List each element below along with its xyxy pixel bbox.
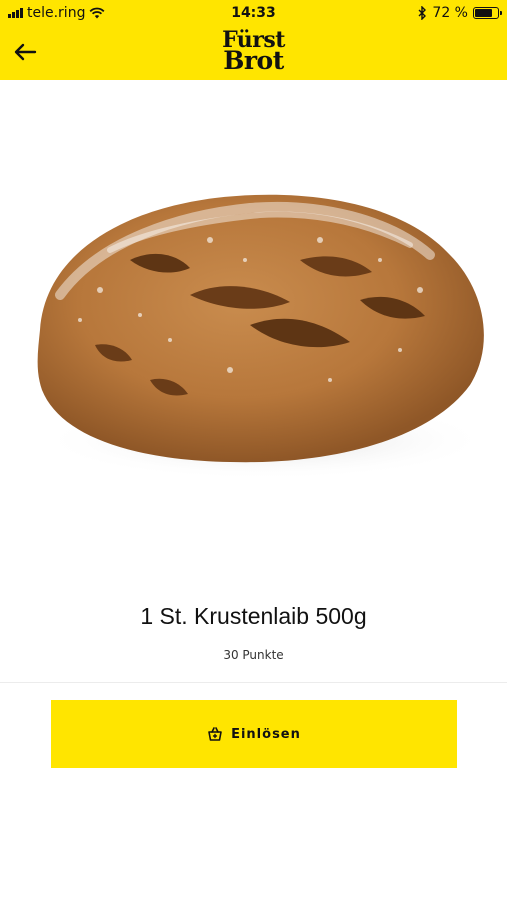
app-header: tele.ring 14:33 72 % Fürst Brot <box>0 0 507 80</box>
divider <box>0 682 507 683</box>
status-bar: tele.ring 14:33 72 % <box>0 0 507 28</box>
redeem-button[interactable]: Einlösen <box>51 700 457 768</box>
redeem-label: Einlösen <box>231 726 301 742</box>
basket-icon <box>208 727 222 741</box>
logo-line-2: Brot <box>223 46 284 75</box>
bread-loaf-image <box>37 194 490 480</box>
bluetooth-icon <box>418 6 427 20</box>
battery-percent: 72 % <box>432 5 468 21</box>
battery-icon <box>473 7 502 19</box>
product-image <box>0 80 507 600</box>
product-title: 1 St. Krustenlaib 500g <box>140 603 367 629</box>
brand-logo: Fürst Brot <box>0 29 507 75</box>
status-right: 72 % <box>418 5 502 21</box>
product-points: 30 Punkte <box>223 648 284 662</box>
